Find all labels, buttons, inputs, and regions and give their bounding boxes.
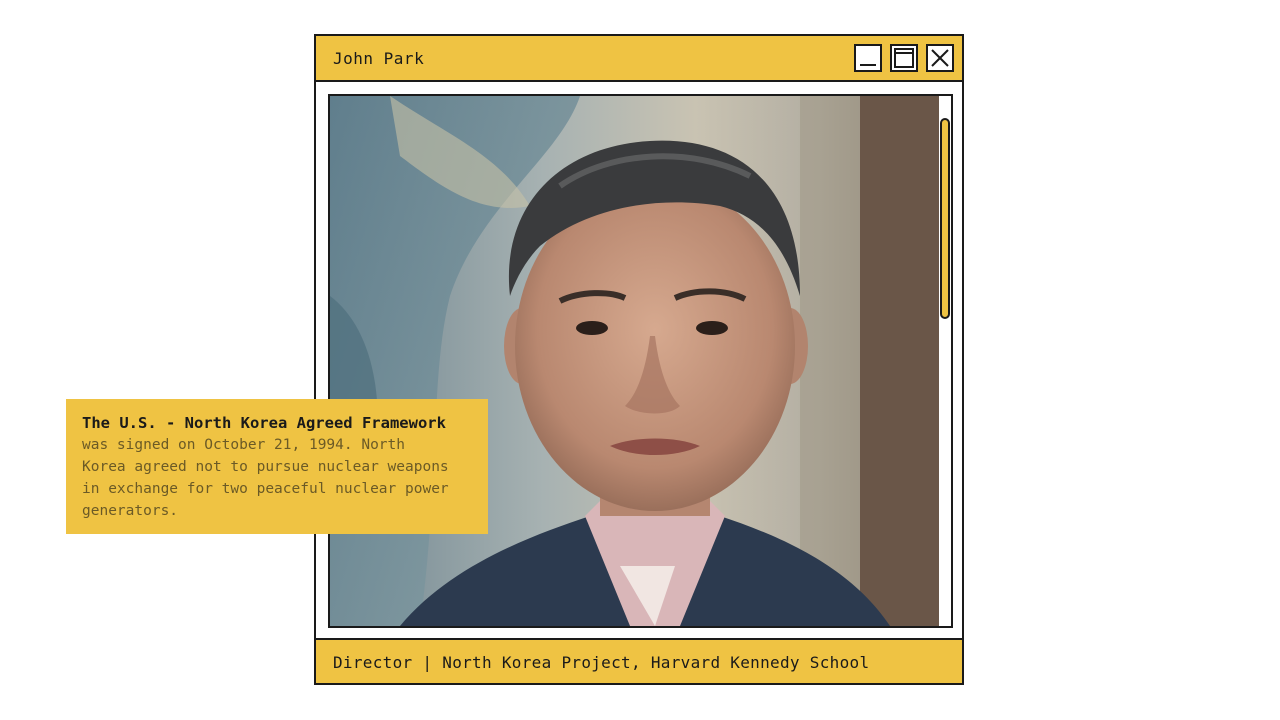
minimize-button[interactable]	[854, 44, 882, 72]
maximize-icon	[894, 48, 914, 68]
info-callout: The U.S. - North Korea Agreed Framework …	[66, 399, 488, 534]
window-content	[316, 82, 962, 638]
callout-line: generators.	[82, 503, 179, 519]
interview-window: John Park Director | North Korea Project…	[314, 34, 964, 685]
window-title: John Park	[333, 49, 425, 68]
callout-line: in exchange for two peaceful nuclear pow…	[82, 481, 449, 497]
speaker-caption: Director | North Korea Project, Harvard …	[333, 653, 870, 672]
callout-body: was signed on October 21, 1994. North Ko…	[82, 434, 472, 522]
close-icon	[931, 49, 949, 67]
callout-line: was signed on October 21, 1994. North	[82, 437, 406, 453]
caption-bar: Director | North Korea Project, Harvard …	[316, 638, 962, 683]
stage: John Park Director | North Korea Project…	[0, 0, 1280, 720]
title-bar[interactable]: John Park	[316, 36, 962, 82]
scroll-thumb[interactable]	[940, 118, 950, 319]
callout-title: The U.S. - North Korea Agreed Framework	[82, 414, 446, 432]
close-button[interactable]	[926, 44, 954, 72]
minimize-icon	[860, 64, 876, 66]
vertical-scrollbar[interactable]	[939, 94, 953, 628]
interview-video[interactable]	[328, 94, 942, 628]
callout-line: Korea agreed not to pursue nuclear weapo…	[82, 459, 449, 475]
speaker-portrait	[330, 96, 940, 626]
maximize-button[interactable]	[890, 44, 918, 72]
